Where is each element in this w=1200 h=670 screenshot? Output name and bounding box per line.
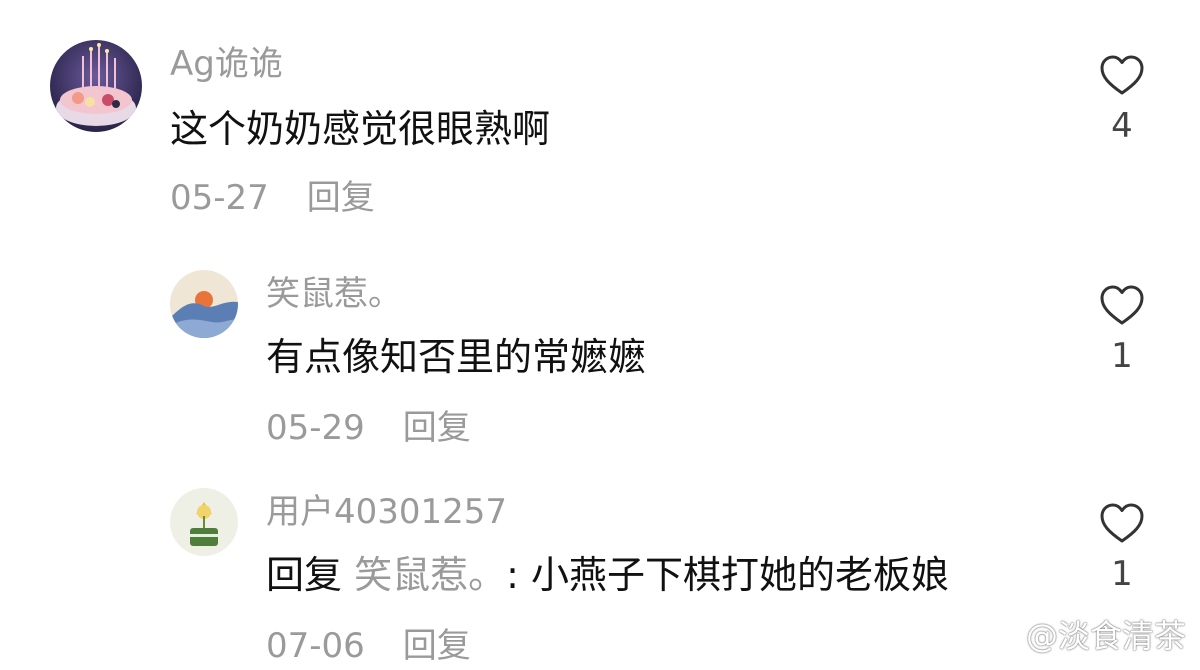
comment-text: 这个奶奶感觉很眼熟啊 (170, 107, 551, 151)
avatar[interactable] (50, 40, 142, 132)
reply-button[interactable]: 回复 (403, 408, 471, 448)
reply-body: : 小燕子下棋打她的老板娘 (506, 553, 950, 597)
reply-target-username[interactable]: 笑鼠惹。 (354, 553, 506, 597)
avatar-image (50, 40, 142, 132)
comment-meta: 05-29 回复 (266, 408, 471, 448)
weibo-logo-icon (988, 622, 1022, 658)
heart-outline-icon (1100, 285, 1144, 325)
like-button[interactable]: 1 (1098, 502, 1146, 594)
comment-meta: 05-27 回复 (170, 178, 375, 218)
comment-date: 05-27 (170, 178, 269, 218)
watermark-text: @淡食清茶 (1025, 617, 1186, 655)
avatar[interactable] (170, 270, 238, 338)
like-count: 4 (1111, 106, 1133, 146)
comment-text: 有点像知否里的常嬷嬷 (266, 335, 647, 379)
heart-outline-icon (1100, 55, 1144, 95)
comment-meta: 07-06 回复 (266, 626, 471, 666)
comment-date: 05-29 (266, 408, 365, 448)
comment-username[interactable]: 用户40301257 (266, 492, 507, 532)
avatar-image (170, 488, 238, 556)
like-button[interactable]: 4 (1098, 54, 1146, 146)
avatar[interactable] (170, 488, 238, 556)
reply-button[interactable]: 回复 (403, 626, 471, 666)
like-count: 1 (1111, 336, 1133, 376)
comment-username[interactable]: 笑鼠惹。 (266, 274, 402, 314)
heart-outline-icon (1100, 503, 1144, 543)
watermark: @淡食清茶 (988, 618, 1186, 658)
like-button[interactable]: 1 (1098, 284, 1146, 376)
comment-text: 回复 笑鼠惹。: 小燕子下棋打她的老板娘 (266, 552, 949, 598)
reply-button[interactable]: 回复 (307, 178, 375, 218)
avatar-image (170, 270, 238, 338)
like-count: 1 (1111, 554, 1133, 594)
comment-username[interactable]: Ag诡诡 (170, 44, 283, 84)
reply-prefix: 回复 (266, 553, 343, 597)
comment-date: 07-06 (266, 626, 365, 666)
